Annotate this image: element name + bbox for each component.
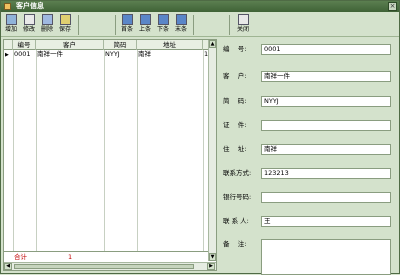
window-title: 客户信息 (16, 2, 44, 10)
toolbar-separator (78, 15, 79, 35)
next-label: 下条 (156, 26, 169, 33)
close-window-button[interactable]: × (388, 2, 397, 11)
edit-button[interactable]: 修改 (21, 14, 37, 36)
add-button[interactable]: 增加 (3, 14, 19, 36)
column-divider (104, 50, 105, 260)
customer-field[interactable]: 南祥一件 (261, 71, 391, 82)
cell-id[interactable]: 0001 (13, 50, 36, 59)
save-icon (59, 14, 71, 25)
column-divider (203, 50, 204, 260)
edit-label: 修改 (22, 26, 35, 33)
current-row-indicator-icon: ▶ (5, 52, 9, 58)
cell-customer[interactable]: 南祥一件 (36, 50, 104, 59)
grid-header: 编号 客户 简码 地址 (4, 40, 209, 50)
prev-arrow-icon (139, 14, 151, 25)
column-divider (137, 50, 138, 260)
table-row[interactable]: ▶ 0001 南祥一件 NYYJ 南祥 1: (4, 50, 209, 59)
scroll-left-icon[interactable]: ◀ (4, 263, 12, 270)
toolbar-separator (193, 15, 194, 35)
note-label: 备 注: (223, 240, 247, 248)
vertical-scrollbar[interactable]: ▲ ▼ (208, 40, 216, 261)
column-divider (36, 50, 37, 260)
contact-person-field[interactable]: 王 (261, 216, 391, 227)
first-record-button[interactable]: 首条 (119, 14, 135, 36)
scroll-up-icon[interactable]: ▲ (209, 40, 216, 48)
toolbar-separator (229, 15, 230, 35)
save-button[interactable]: 保存 (57, 14, 73, 36)
exit-icon (237, 14, 249, 25)
horizontal-scrollbar[interactable]: ◀ ▶ (4, 262, 216, 270)
customer-label: 客 户: (223, 72, 247, 80)
next-arrow-icon (157, 14, 169, 25)
delete-icon (41, 14, 53, 25)
grid-footer: 合计 1 (4, 251, 209, 261)
last-record-button[interactable]: 末条 (173, 14, 189, 36)
bank-number-field[interactable] (261, 192, 391, 203)
add-icon (5, 14, 17, 25)
close-button[interactable]: 关闭 (235, 14, 251, 36)
id-label: 编 号: (223, 45, 247, 53)
toolbar-separator (115, 15, 116, 35)
cell-code[interactable]: NYYJ (104, 50, 137, 59)
column-header-code[interactable]: 简码 (104, 40, 137, 50)
certificate-field[interactable] (261, 120, 391, 131)
column-divider (13, 50, 14, 260)
code-label: 简 码: (223, 97, 247, 105)
toolbar: 增加 修改 删除 保存 首条 上条 下条 末条 关闭 (1, 12, 399, 37)
next-record-button[interactable]: 下条 (155, 14, 171, 36)
delete-label: 删除 (40, 26, 53, 33)
customer-grid[interactable]: 编号 客户 简码 地址 ▶ 0001 南祥一件 NYYJ 南祥 1: 合计 1 … (3, 39, 217, 271)
scroll-down-icon[interactable]: ▼ (209, 253, 216, 261)
total-label: 合计 (14, 253, 27, 261)
column-header-address[interactable]: 地址 (137, 40, 203, 50)
total-count: 1 (68, 253, 73, 261)
contact-field[interactable]: 123213 (261, 168, 391, 179)
customer-info-window: 客户信息 × 增加 修改 删除 保存 首条 上条 下条 末条 关闭 编号 客户 … (0, 0, 400, 275)
first-label: 首条 (120, 26, 133, 33)
add-label: 增加 (4, 26, 17, 33)
prev-record-button[interactable]: 上条 (137, 14, 153, 36)
bank-number-label: 银行号码: (223, 193, 252, 201)
last-icon (175, 14, 187, 25)
contact-label: 联系方式: (223, 169, 252, 177)
column-header-customer[interactable]: 客户 (36, 40, 104, 50)
save-label: 保存 (58, 26, 71, 33)
note-field[interactable] (261, 239, 391, 275)
app-icon (4, 3, 11, 10)
prev-label: 上条 (138, 26, 151, 33)
code-field[interactable]: NYYJ (261, 96, 391, 107)
address-field[interactable]: 南祥 (261, 144, 391, 155)
column-header-id[interactable]: 编号 (13, 40, 36, 50)
certificate-label: 证 件: (223, 121, 247, 129)
title-bar[interactable]: 客户信息 × (1, 1, 399, 12)
contact-person-label: 联 系 人: (223, 217, 249, 225)
cell-address[interactable]: 南祥 (137, 50, 203, 59)
edit-icon (23, 14, 35, 25)
scroll-thumb[interactable] (14, 264, 194, 269)
scroll-right-icon[interactable]: ▶ (207, 263, 215, 270)
address-label: 住 址: (223, 145, 247, 153)
detail-form: 编 号: 0001 客 户: 南祥一件 简 码: NYYJ 证 件: 住 址: … (219, 39, 397, 275)
close-label: 关闭 (236, 26, 249, 33)
first-icon (121, 14, 133, 25)
id-field[interactable]: 0001 (261, 44, 391, 55)
last-label: 末条 (174, 26, 187, 33)
indicator-header (4, 40, 13, 50)
delete-button[interactable]: 删除 (39, 14, 55, 36)
